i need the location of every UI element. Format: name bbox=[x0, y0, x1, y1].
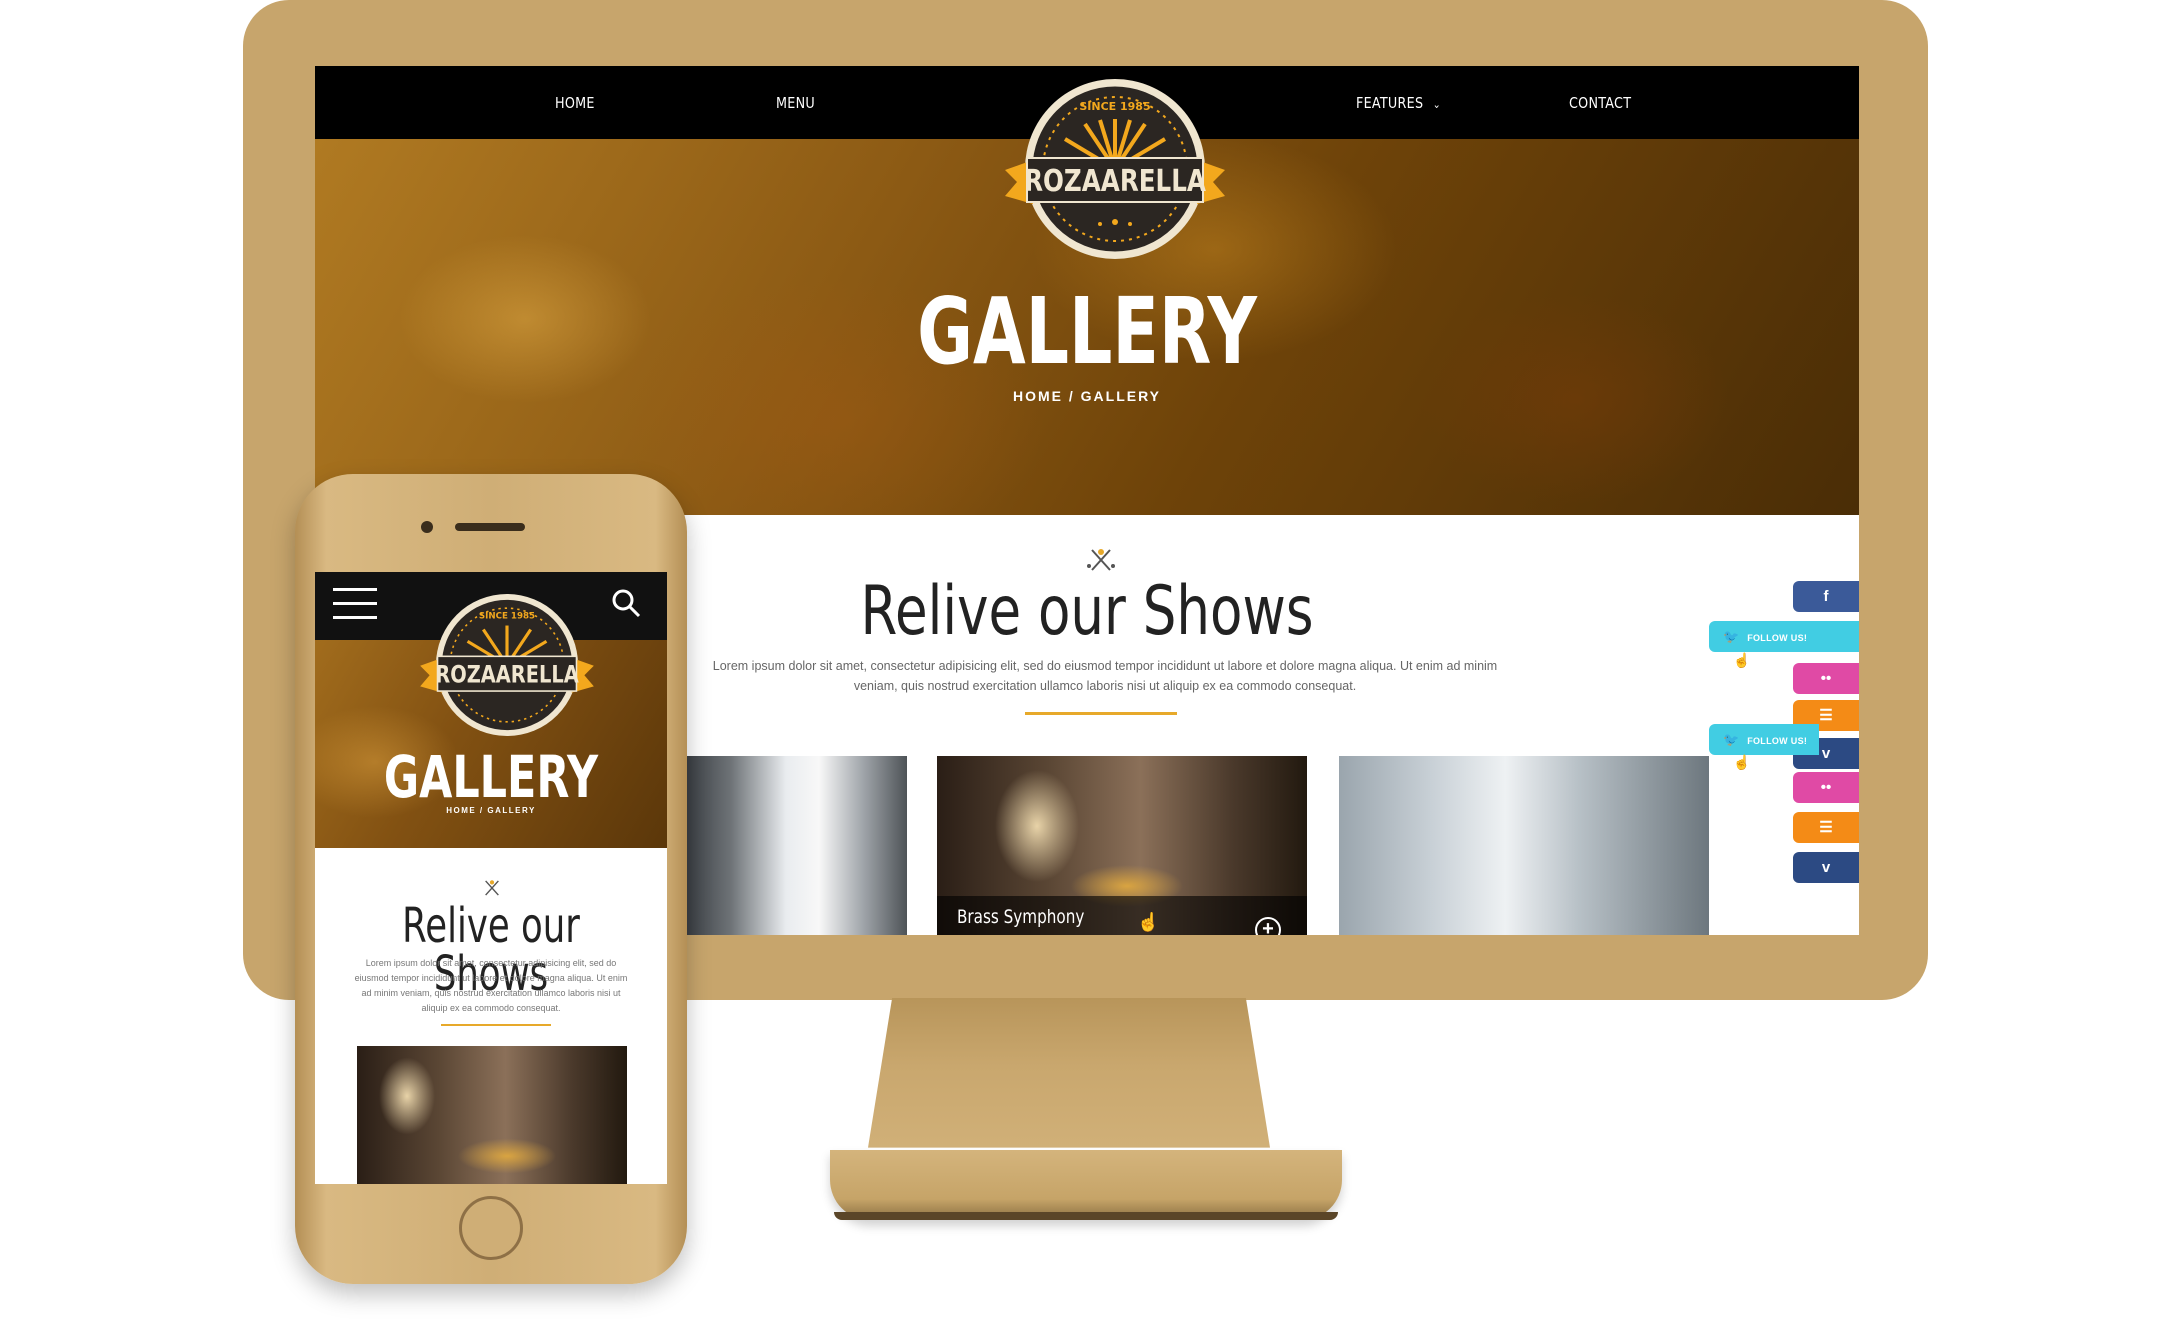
follow-label: FOLLOW US! bbox=[1747, 633, 1808, 643]
nav-menu[interactable]: MENU bbox=[776, 94, 815, 112]
page-title: GALLERY bbox=[917, 278, 1257, 385]
mobile-section-divider bbox=[441, 1024, 551, 1026]
social-twitter-follow-button[interactable]: 🐦 FOLLOW US! bbox=[1709, 621, 1859, 652]
mobile-gallery-image-brass[interactable] bbox=[357, 1046, 627, 1184]
phone-speaker bbox=[455, 523, 525, 531]
gallery-caption-overlay[interactable]: Brass Symphony bbox=[937, 896, 1307, 935]
mobile-screen: SINCE 1985 ROZAARELLA GALLERY HOME / GAL… bbox=[315, 572, 667, 1184]
flickr-icon: •• bbox=[1820, 670, 1832, 687]
follow-label: FOLLOW US! bbox=[1747, 736, 1808, 746]
facebook-icon: f bbox=[1823, 588, 1829, 605]
hand-cursor-icon: ☝ bbox=[1733, 754, 1751, 770]
hamburger-icon[interactable] bbox=[333, 588, 377, 620]
social-facebook-button[interactable]: f bbox=[1793, 581, 1859, 612]
social-vimeo-button[interactable]: v bbox=[1793, 852, 1859, 883]
phone-home-button bbox=[459, 1196, 523, 1260]
social-twitter-follow-button[interactable]: 🐦 FOLLOW US! bbox=[1709, 724, 1819, 755]
search-icon[interactable] bbox=[611, 588, 641, 618]
mobile-section-description: Lorem ipsum dolor sit amet, consectetur … bbox=[354, 958, 628, 1013]
social-flickr-button[interactable]: •• bbox=[1793, 772, 1859, 803]
monitor-stand-foot bbox=[830, 1150, 1342, 1220]
hand-cursor-icon: ☝ bbox=[1137, 912, 1160, 932]
rozaarella-badge-logo[interactable]: SINCE 1985 ROZAARELLA bbox=[417, 590, 597, 740]
rss-icon: ☰ bbox=[1819, 707, 1833, 724]
mobile-page-title: GALLERY bbox=[383, 743, 599, 811]
gallery-image-kitchen[interactable] bbox=[1339, 756, 1709, 935]
rozaarella-badge-logo[interactable]: SINCE 1985 ROZAARELLA bbox=[1005, 74, 1225, 264]
vimeo-icon: v bbox=[1821, 859, 1831, 876]
hand-cursor-icon: ☝ bbox=[1733, 652, 1751, 668]
breadcrumb[interactable]: HOME / GALLERY bbox=[315, 388, 1859, 404]
gallery-caption-text: Brass Symphony bbox=[957, 906, 1085, 928]
chevron-down-icon: ⌄ bbox=[1432, 98, 1441, 111]
vimeo-icon: v bbox=[1821, 745, 1831, 762]
gallery-image-chef[interactable] bbox=[687, 756, 907, 935]
social-rss-button[interactable]: ☰ bbox=[1793, 812, 1859, 843]
logo-name-text: ROZAARELLA bbox=[1024, 165, 1207, 199]
nav-home[interactable]: HOME bbox=[555, 94, 595, 112]
nav-features-label: FEATURES bbox=[1356, 94, 1424, 112]
logo-since-text: SINCE 1985 bbox=[1079, 100, 1150, 113]
cross-ornament-icon bbox=[1087, 549, 1115, 571]
flickr-icon: •• bbox=[1820, 779, 1832, 796]
section-divider bbox=[1025, 712, 1177, 715]
monitor-stand-neck bbox=[868, 998, 1270, 1148]
cross-ornament-icon bbox=[485, 880, 499, 896]
nav-contact[interactable]: CONTACT bbox=[1569, 94, 1631, 112]
logo-name-text: ROZAARELLA bbox=[435, 662, 579, 689]
twitter-icon: 🐦 bbox=[1723, 732, 1740, 747]
section-description: Lorem ipsum dolor sit amet, consectetur … bbox=[712, 659, 1498, 693]
mobile-breadcrumb[interactable]: HOME / GALLERY bbox=[315, 806, 667, 815]
mobile-hero-banner: SINCE 1985 ROZAARELLA GALLERY HOME / GAL… bbox=[315, 572, 667, 848]
twitter-icon: 🐦 bbox=[1723, 629, 1740, 644]
monitor-stand-edge bbox=[834, 1212, 1338, 1220]
social-flickr-button[interactable]: •• bbox=[1793, 663, 1859, 694]
logo-since-text: SINCE 1985 bbox=[479, 611, 535, 621]
phone-camera bbox=[421, 521, 433, 533]
rss-icon: ☰ bbox=[1819, 819, 1833, 836]
nav-features[interactable]: FEATURES ⌄ bbox=[1356, 94, 1441, 112]
